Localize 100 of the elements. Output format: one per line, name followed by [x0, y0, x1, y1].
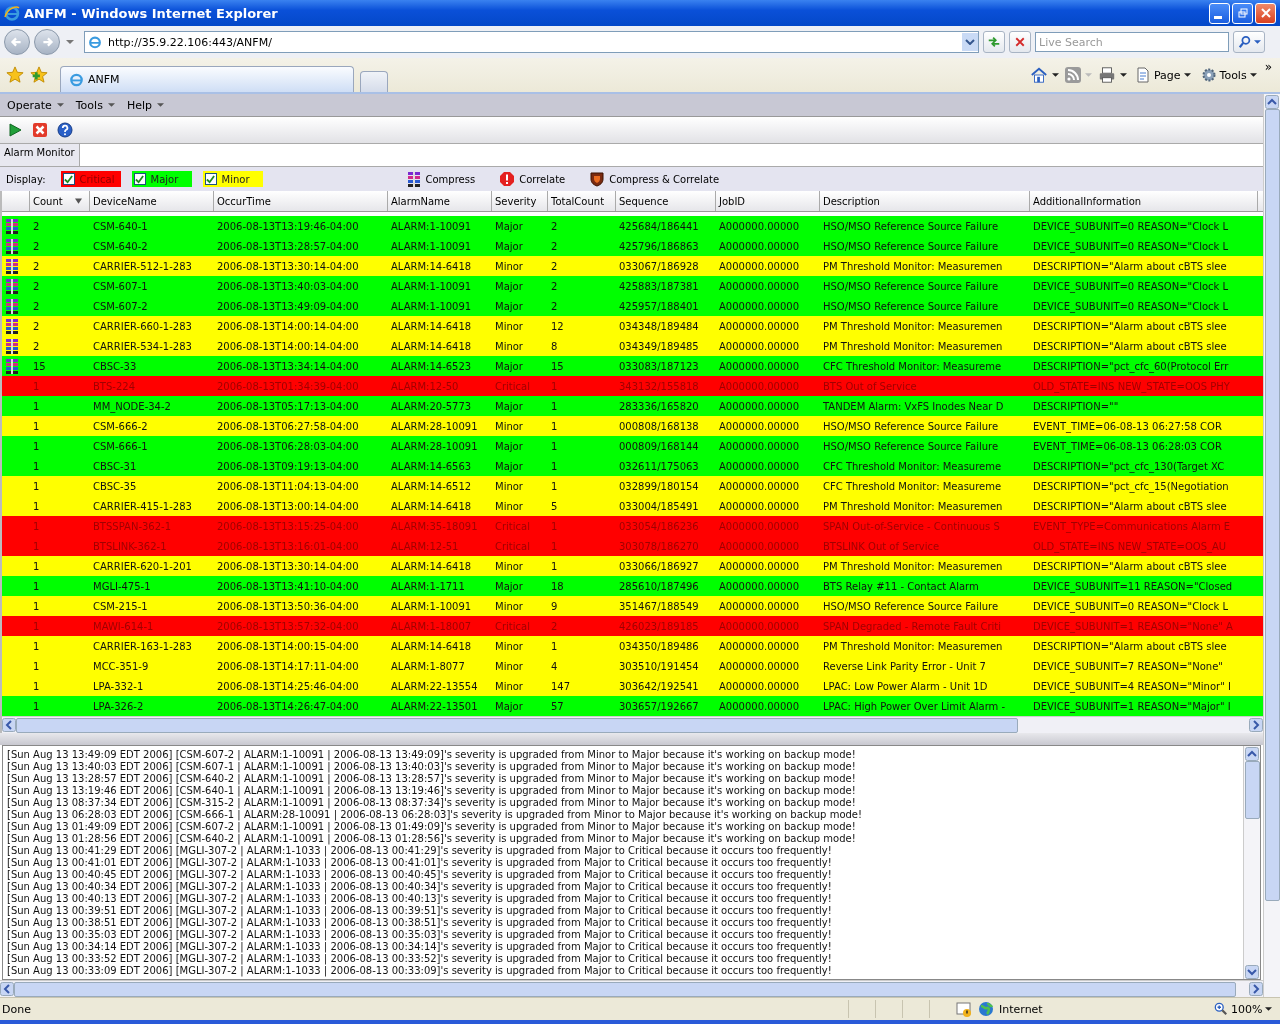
table-cell-text: Minor — [494, 420, 524, 432]
column-header[interactable]: AlarmName — [388, 191, 492, 211]
alarm-row[interactable]: 1 MCC-351-9 2006-08-13T14:17:11-04:00 ALARM:1-8077 Minor 4 303510/191454 A000000.00000 Reverse Link Parity Error - Unit 7 DEVICE_SUBUNIT=7 REASON="None" — [2, 656, 1263, 676]
dropdown-button[interactable] — [962, 33, 978, 51]
table-cell-text: 2006-08-13T13:19:46-04:00 — [216, 220, 360, 232]
table-cell-text: Critical — [494, 620, 531, 632]
table-cell-text: 425883/187381 — [618, 280, 700, 292]
alarm-row[interactable]: 15 CBSC-33 2006-08-13T13:34:14-04:00 ALARM:14-6523 Major 15 033083/187123 A000000.00000 CFC Threshold Monitor: Measureme DESCRIPTION="pct_cfc_60(Protocol Err — [2, 356, 1263, 376]
alarm-row[interactable]: 1 CBSC-35 2006-08-13T11:04:13-04:00 ALARM:14-6512 Minor 1 032899/180154 A000000.00000 CFC Threshold Monitor: Measureme DESCRIPTION="pct_cfc_15(Negotiation — [2, 476, 1263, 496]
alarm-row[interactable]: 1 CARRIER-620-1-201 2006-08-13T13:30:14-04:00 ALARM:14-6418 Minor 1 033066/186927 A000000.00000 PM Threshold Monitor: Measuremen DESCRIPTION="Alarm about cBTS slee — [2, 556, 1263, 576]
panel-tab[interactable]: Alarm Monitor — [0, 144, 80, 166]
alarm-row[interactable]: 2 CSM-640-2 2006-08-13T13:28:57-04:00 ALARM:1-10091 Major 2 425796/186863 A000000.00000 HSO/MSO Reference Source Failure DEVICE_SUBUNIT=0 REASON="Clock L — [2, 236, 1263, 256]
table-cell-text: Minor — [494, 480, 524, 492]
table-cell-text: 1 — [550, 460, 559, 472]
scroll-down-icon[interactable] — [1245, 965, 1259, 979]
scrollbar-thumb[interactable] — [1244, 761, 1260, 819]
column-header[interactable]: OccurTime — [214, 191, 388, 211]
caret-icon[interactable] — [1051, 73, 1059, 77]
alarm-row[interactable]: 2 CARRIER-512-1-283 2006-08-13T13:30:14-04:00 ALARM:14-6418 Minor 2 033067/186928 A000000.00000 PM Threshold Monitor: Measuremen DESCRIPTION="Alarm about cBTS slee — [2, 256, 1263, 276]
feed-icon[interactable] — [1064, 67, 1081, 83]
column-header[interactable]: DeviceName — [90, 191, 214, 211]
scroll-right-icon[interactable] — [1249, 982, 1263, 996]
zoom-control[interactable]: 100% — [1214, 1002, 1274, 1016]
checkbox[interactable] — [62, 173, 75, 185]
table-cell-text: OLD_STATE=INS NEW_STATE=OOS_AU — [1032, 540, 1228, 552]
alarm-row[interactable]: 1 LPA-332-1 2006-08-13T14:25:46-04:00 ALARM:22-13554 Minor 147 303642/192541 A000000.00000 LPAC: Low Power Alarm - Unit 1D DEVICE_SUBUNIT=4 REASON="Minor" I — [2, 676, 1263, 696]
alarm-row[interactable]: 1 CBSC-31 2006-08-13T09:19:13-04:00 ALARM:14-6563 Major 1 032611/175063 A000000.00000 CFC Threshold Monitor: Measureme DESCRIPTION="pct_cfc_130(Target XC — [2, 456, 1263, 476]
help-icon[interactable] — [57, 122, 73, 138]
alarm-row[interactable]: 1 CSM-215-1 2006-08-13T13:50:36-04:00 ALARM:1-10091 Minor 9 351467/188549 A000000.00000 HSO/MSO Reference Source Failure DEVICE_SUBUNIT=0 REASON="Clock L — [2, 596, 1263, 616]
alarm-row[interactable]: 2 CSM-607-2 2006-08-13T13:49:09-04:00 ALARM:1-10091 Major 2 425957/188401 A000000.00000 HSO/MSO Reference Source Failure DEVICE_SUBUNIT=0 REASON="Clock L — [2, 296, 1263, 316]
printer-icon[interactable] — [1097, 66, 1116, 84]
column-header[interactable]: TotalCount — [548, 191, 616, 211]
table-cell-text: LPA-326-2 — [92, 700, 145, 712]
scroll-up-icon[interactable] — [1265, 95, 1279, 109]
search-field[interactable]: Live Search — [1035, 32, 1229, 52]
security-zone[interactable]: Internet — [978, 1001, 1208, 1017]
alarm-row[interactable]: 1 CARRIER-163-1-283 2006-08-13T14:00:15-04:00 ALARM:14-6418 Minor 1 034350/189486 A000000.00000 PM Threshold Monitor: Measuremen DESCRIPTION="Alarm about cBTS slee — [2, 636, 1263, 656]
back-button[interactable] — [4, 29, 30, 55]
star-icon[interactable] — [6, 66, 24, 84]
alarm-row[interactable]: 1 LPA-326-2 2006-08-13T14:26:47-04:00 ALARM:22-13501 Major 57 303657/192667 A000000.00000 LPAC: High Power Over Limit Alarm - DEVICE_SUBUNIT=1 REASON="Major" I — [2, 696, 1263, 716]
checkbox[interactable] — [133, 173, 146, 185]
alarm-row[interactable]: 1 MM_NODE-34-2 2006-08-13T05:17:13-04:00 ALARM:20-5773 Major 1 283336/165820 A000000.00000 TANDEM Alarm: VxFS Inodes Near D DESCRIPTION="" — [2, 396, 1263, 416]
page-menu[interactable]: Page — [1132, 67, 1193, 83]
refresh-button[interactable] — [983, 31, 1005, 53]
scroll-up-icon[interactable] — [1245, 747, 1259, 761]
close-button[interactable] — [1255, 2, 1276, 24]
scrollbar-thumb[interactable] — [1264, 109, 1280, 901]
scroll-left-icon[interactable] — [2, 718, 16, 732]
scroll-left-icon[interactable] — [0, 982, 14, 996]
column-header[interactable]: Description — [820, 191, 1030, 211]
menu-item[interactable]: Operate — [3, 98, 68, 112]
menu-item[interactable]: Tools — [71, 98, 119, 112]
checkbox[interactable] — [204, 173, 217, 185]
table-cell-text: 1 — [550, 520, 559, 532]
severity-filter[interactable]: Major — [131, 171, 192, 187]
compress-correlate-button[interactable]: Compress & Correlate — [589, 171, 720, 187]
table-cell-text: Minor — [494, 680, 524, 692]
alarm-row[interactable]: 2 CARRIER-534-1-283 2006-08-13T14:00:14-04:00 ALARM:14-6418 Minor 8 034349/189485 A000000.00000 PM Threshold Monitor: Measuremen DESCRIPTION="Alarm about cBTS slee — [2, 336, 1263, 356]
table-cell-text: ALARM:1-10091 — [390, 600, 473, 612]
tools-menu[interactable]: Tools — [1198, 67, 1259, 83]
table-cell-text: CARRIER-163-1-283 — [92, 640, 193, 652]
severity-filter[interactable]: Minor — [202, 171, 263, 187]
play-icon[interactable] — [7, 122, 23, 138]
alarm-row[interactable]: 2 CSM-640-1 2006-08-13T13:19:46-04:00 ALARM:1-10091 Major 2 425684/186441 A000000.00000 HSO/MSO Reference Source Failure DEVICE_SUBUNIT=0 REASON="Clock L — [2, 216, 1263, 236]
stop-button[interactable] — [1009, 31, 1031, 53]
correlate-button[interactable]: Correlate — [499, 171, 566, 187]
browser-tab[interactable]: ANFM — [60, 66, 354, 92]
stop-icon[interactable] — [32, 122, 48, 138]
alarm-row[interactable]: 1 CSM-666-1 2006-08-13T06:28:03-04:00 ALARM:28-10091 Major 1 000809/168144 A000000.00000 HSO/MSO Reference Source Failure EVENT_TIME=06-08-13 06:28:03 COR — [2, 436, 1263, 456]
table-cell-text: 343132/155818 — [618, 380, 700, 392]
alarm-row[interactable]: 2 CARRIER-660-1-283 2006-08-13T14:00:14-04:00 ALARM:14-6418 Minor 12 034348/189484 A000000.00000 PM Threshold Monitor: Measuremen DESCRIPTION="Alarm about cBTS slee — [2, 316, 1263, 336]
address-field[interactable]: http://35.9.22.106:443/ANFM/ — [84, 31, 979, 53]
add-favorite-icon[interactable] — [30, 66, 48, 84]
compress-button[interactable]: Compress — [405, 171, 476, 187]
menu-item[interactable]: Help — [122, 98, 168, 112]
scrollbar-thumb[interactable] — [16, 717, 1018, 733]
search-button[interactable] — [1233, 31, 1265, 53]
scroll-right-icon[interactable] — [1249, 718, 1263, 732]
caret-icon[interactable] — [1119, 73, 1127, 77]
forward-button[interactable] — [34, 29, 60, 55]
minimize-button[interactable] — [1209, 2, 1230, 24]
restore-button[interactable] — [1232, 2, 1253, 24]
table-cell-text: 12 — [550, 320, 565, 332]
column-header[interactable]: JobID — [716, 191, 820, 211]
home-icon[interactable] — [1029, 66, 1048, 84]
table-cell-text: DEVICE_SUBUNIT=7 REASON="None" — [1032, 660, 1224, 672]
column-header[interactable]: AdditionalInformation — [1030, 191, 1258, 211]
alarm-row[interactable]: 1 CSM-666-2 2006-08-13T06:27:58-04:00 ALARM:28-10091 Minor 1 000808/168138 A000000.00000 HSO/MSO Reference Source Failure EVENT_TIME=06-08-13 06:27:58 COR — [2, 416, 1263, 436]
alarm-row[interactable]: 1 CARRIER-415-1-283 2006-08-13T13:00:14-04:00 ALARM:14-6418 Minor 5 033004/185491 A000000.00000 PM Threshold Monitor: Measuremen DESCRIPTION="Alarm about cBTS slee — [2, 496, 1263, 516]
column-header[interactable]: Severity — [492, 191, 548, 211]
alarm-row[interactable]: 2 CSM-607-1 2006-08-13T13:40:03-04:00 ALARM:1-10091 Major 2 425883/187381 A000000.00000 HSO/MSO Reference Source Failure DEVICE_SUBUNIT=0 REASON="Clock L — [2, 276, 1263, 296]
alarm-row[interactable]: 1 MGLI-475-1 2006-08-13T13:41:10-04:00 ALARM:1-1711 Major 18 285610/187496 A000000.00000 BTS Relay #11 - Contact Alarm DEVICE_SUBUNIT=11 REASON="Closed — [2, 576, 1263, 596]
more-commands-button[interactable]: » — [1264, 60, 1272, 74]
table-cell-text: Major — [494, 440, 524, 452]
table-cell-text: Major — [494, 280, 524, 292]
table-cell-text: A000000.00000 — [718, 600, 800, 612]
column-header[interactable]: Sequence — [616, 191, 716, 211]
scrollbar-thumb[interactable] — [14, 981, 1236, 997]
column-header[interactable]: Count — [30, 191, 90, 211]
table-cell-text: 2006-08-13T13:28:57-04:00 — [216, 240, 360, 252]
